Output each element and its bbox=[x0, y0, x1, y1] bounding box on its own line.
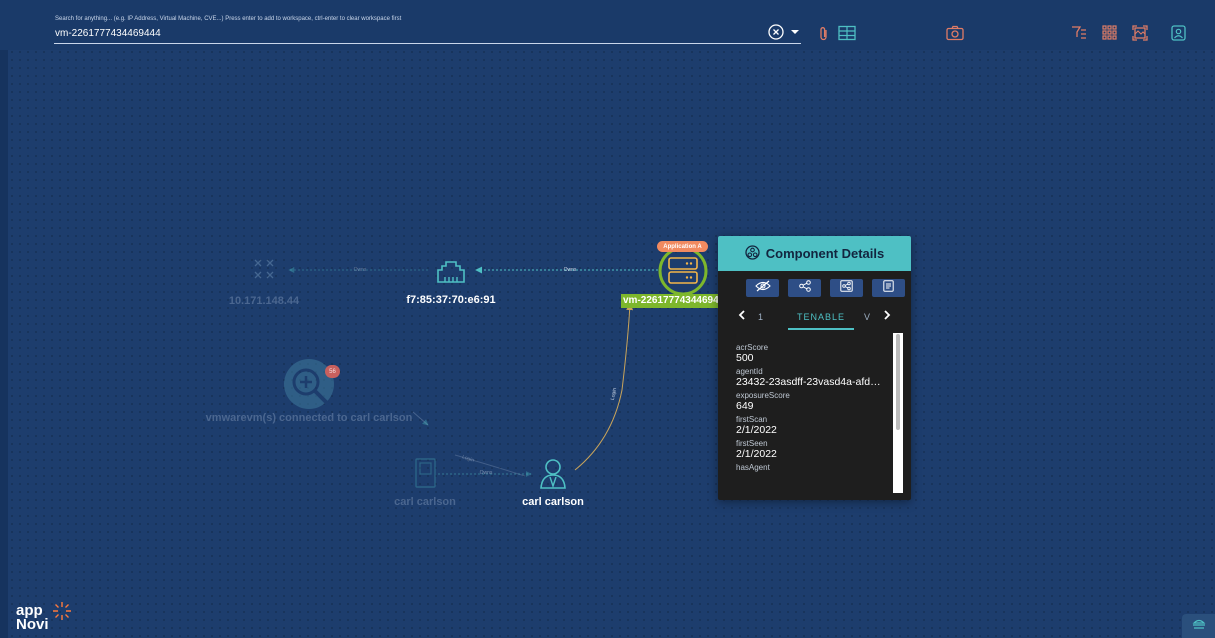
component-icon bbox=[745, 244, 760, 263]
burger-icon bbox=[1192, 617, 1206, 635]
details-scrollbar-thumb[interactable] bbox=[896, 334, 900, 430]
notes-button[interactable] bbox=[872, 279, 905, 297]
application-badge: Application A bbox=[657, 241, 708, 252]
vmware-group-label: vmwarevm(s) connected to carl carlson bbox=[205, 412, 413, 424]
share-button[interactable] bbox=[788, 279, 821, 297]
detail-field: acrScore 500 bbox=[736, 343, 896, 364]
person-node-label: carl carlson bbox=[522, 496, 584, 508]
tab-previous[interactable]: 1 bbox=[758, 312, 763, 322]
notes-icon bbox=[883, 279, 894, 297]
component-details-panel: Component Details 1 TENABLE V acrScore 5… bbox=[718, 236, 911, 500]
logo-spark-icon bbox=[52, 601, 72, 626]
tab-prev-chevron-icon[interactable] bbox=[738, 310, 746, 322]
connections-icon bbox=[840, 279, 853, 297]
field-key: acrScore bbox=[736, 343, 769, 352]
tab-tenable[interactable]: TENABLE bbox=[797, 312, 845, 322]
tab-next-chevron-icon[interactable] bbox=[883, 310, 891, 322]
network-port-icon[interactable] bbox=[437, 261, 465, 283]
vmware-count-badge: 56 bbox=[325, 365, 340, 378]
tab-next[interactable]: V bbox=[864, 312, 870, 322]
appnovi-logo: app Novi bbox=[16, 603, 49, 633]
field-value: 2/1/2022 bbox=[736, 448, 777, 460]
mac-node-label: f7:85:37:70:e6:91 bbox=[406, 294, 496, 306]
field-value: 2/1/2022 bbox=[736, 424, 777, 436]
share-icon bbox=[798, 279, 811, 297]
field-key: firstSeen bbox=[736, 439, 768, 448]
source-tabs: 1 TENABLE V bbox=[718, 302, 911, 330]
active-tab-indicator bbox=[788, 328, 854, 330]
field-key: exposureScore bbox=[736, 391, 790, 400]
panel-title: Component Details bbox=[765, 246, 885, 261]
field-key: firstScan bbox=[736, 415, 768, 424]
field-key: agentId bbox=[736, 367, 763, 376]
field-value: 500 bbox=[736, 352, 754, 364]
detail-field: hasAgent bbox=[736, 463, 896, 472]
person-node-icon[interactable] bbox=[540, 459, 566, 489]
menu-button[interactable] bbox=[1182, 614, 1215, 638]
panel-actions bbox=[718, 271, 911, 297]
hide-button[interactable] bbox=[746, 279, 779, 297]
connections-button[interactable] bbox=[830, 279, 863, 297]
edge-label-owns: Owns bbox=[353, 267, 367, 273]
server-node-icon[interactable] bbox=[658, 246, 708, 296]
person-document-icon[interactable] bbox=[415, 458, 436, 488]
details-list: acrScore 500 agentId 23432-23asdff-23vasd4… bbox=[736, 340, 896, 472]
vm-node-label: vm-2261777434469444 bbox=[621, 294, 718, 308]
detail-field: exposureScore 649 bbox=[736, 391, 896, 412]
panel-header: Component Details bbox=[718, 236, 911, 271]
edge-vmware-person[interactable] bbox=[412, 411, 429, 426]
detail-field: firstScan 2/1/2022 bbox=[736, 415, 896, 436]
field-value: 23432-23asdff-23vasd4a-afd… bbox=[736, 376, 881, 388]
ip-node-label: 10.171.148.44 bbox=[228, 295, 300, 307]
field-key: hasAgent bbox=[736, 463, 770, 472]
logo-line-2: Novi bbox=[16, 616, 49, 633]
ip-node-icon[interactable] bbox=[254, 259, 274, 279]
faded-person-label: carl carlson bbox=[394, 496, 456, 508]
edge-label-owns: Owns bbox=[479, 470, 493, 476]
graph-canvas bbox=[254, 246, 708, 489]
detail-field: agentId 23432-23asdff-23vasd4a-afd… bbox=[736, 367, 896, 388]
detail-field: firstSeen 2/1/2022 bbox=[736, 439, 896, 460]
edge-label-owns: Owns bbox=[563, 267, 577, 273]
hide-icon bbox=[754, 279, 771, 297]
edge-login-vm[interactable] bbox=[574, 303, 634, 471]
field-value: 649 bbox=[736, 400, 754, 412]
